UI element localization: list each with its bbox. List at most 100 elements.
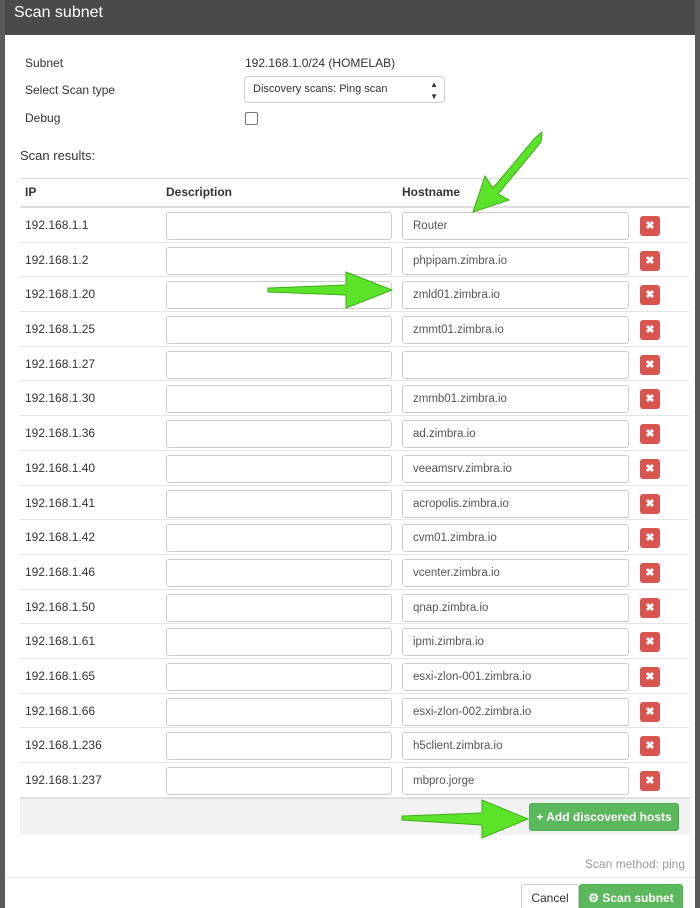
hostname-input[interactable]: qnap.zimbra.io [402,593,629,622]
select-arrows-icon: ▲ ▼ [430,80,438,101]
table-header: IP Description Hostname [20,178,690,208]
row-ip: 192.168.1.40 [25,460,96,475]
description-input[interactable] [166,420,392,449]
delete-row-button[interactable]: ✖ [640,458,660,479]
table-row: 192.168.1.66 esxi-zlon-002.zimbra.io ✖ [20,694,690,729]
row-ip: 192.168.1.2 [25,252,89,267]
annotation-arrow-zmld01 [267,271,394,309]
delete-row-button[interactable]: ✖ [640,562,660,583]
delete-row-button[interactable]: ✖ [640,666,660,687]
description-input[interactable] [166,489,392,518]
delete-row-button[interactable]: ✖ [640,701,660,722]
modal-footer: Cancel ⚙ Scan subnet [5,877,695,908]
row-ip: 192.168.1.25 [25,322,96,337]
hostname-input[interactable]: zmmt01.zimbra.io [402,316,629,345]
hostname-input[interactable]: zmld01.zimbra.io [402,281,629,310]
description-input[interactable] [166,558,392,587]
scan-subnet-label: Scan subnet [602,891,674,905]
scan-type-label: Select Scan type [25,83,116,97]
table-row: 192.168.1.65 esxi-zlon-001.zimbra.io ✖ [20,659,690,694]
add-discovered-hosts-button[interactable]: + Add discovered hosts [529,802,679,831]
description-input[interactable] [166,732,392,761]
modal-title: Scan subnet [14,4,103,21]
description-input[interactable] [166,454,392,483]
delete-row-button[interactable]: ✖ [640,528,660,549]
table-row: 192.168.1.41 acropolis.zimbra.io ✖ [20,486,690,521]
row-ip: 192.168.1.236 [25,738,102,753]
cancel-button[interactable]: Cancel [521,884,579,908]
delete-row-button[interactable]: ✖ [640,216,660,236]
row-ip: 192.168.1.1 [25,218,89,232]
debug-label: Debug [25,111,61,125]
row-ip: 192.168.1.42 [25,530,96,545]
row-ip: 192.168.1.41 [25,495,96,510]
table-row: 192.168.1.36 ad.zimbra.io ✖ [20,416,690,451]
description-input[interactable] [166,628,392,657]
description-input[interactable] [166,385,392,414]
table-row: 192.168.1.61 ipmi.zimbra.io ✖ [20,624,690,659]
row-ip: 192.168.1.66 [25,703,96,718]
hostname-input[interactable]: Router [402,212,629,240]
delete-row-button[interactable]: ✖ [640,493,660,514]
hostname-input[interactable]: mbpro.jorge [402,767,629,795]
hostname-input[interactable]: cvm01.zimbra.io [402,524,629,553]
row-ip: 192.168.1.237 [25,773,102,787]
row-ip: 192.168.1.65 [25,668,96,683]
scan-type-value: Discovery scans: Ping scan [253,83,388,95]
table-row: 192.168.1.236 h5client.zimbra.io ✖ [20,728,690,763]
description-input[interactable] [166,767,392,795]
row-ip: 192.168.1.61 [25,634,96,649]
scan-subnet-button[interactable]: ⚙ Scan subnet [579,884,683,908]
column-header-ip: IP [25,185,37,199]
delete-row-button[interactable]: ✖ [640,632,660,653]
row-ip: 192.168.1.36 [25,426,96,441]
hostname-input[interactable]: veeamsrv.zimbra.io [402,454,629,483]
description-input[interactable] [166,593,392,622]
hostname-input[interactable]: phpipam.zimbra.io [402,246,629,275]
delete-row-button[interactable]: ✖ [640,736,660,757]
row-ip: 192.168.1.46 [25,564,96,579]
hostname-input[interactable] [402,350,629,379]
description-input[interactable] [166,212,392,240]
column-header-description: Description [166,185,233,199]
scan-method-text: Scan method: ping [584,857,685,871]
delete-row-button[interactable]: ✖ [640,250,660,271]
delete-row-button[interactable]: ✖ [640,320,660,341]
hostname-input[interactable]: esxi-zlon-002.zimbra.io [402,697,629,726]
description-input[interactable] [166,316,392,345]
row-ip: 192.168.1.30 [25,391,96,406]
delete-row-button[interactable]: ✖ [640,771,660,791]
hostname-input[interactable]: vcenter.zimbra.io [402,558,629,587]
row-ip: 192.168.1.50 [25,599,96,614]
description-input[interactable] [166,697,392,726]
hostname-input[interactable]: zmmb01.zimbra.io [402,385,629,414]
table-row: 192.168.1.30 zmmb01.zimbra.io ✖ [20,381,690,417]
hostname-input[interactable]: ad.zimbra.io [402,420,629,449]
table-row: 192.168.1.1 Router ✖ [20,208,690,243]
table-row: 192.168.1.40 veeamsrv.zimbra.io ✖ [20,451,690,486]
hostname-input[interactable]: esxi-zlon-001.zimbra.io [402,662,629,691]
description-input[interactable] [166,524,392,553]
table-footer: + Add discovered hosts [20,797,690,835]
table-row: 192.168.1.46 vcenter.zimbra.io ✖ [20,555,690,590]
scan-results-label: Scan results: [20,148,96,163]
table-row: 192.168.1.50 qnap.zimbra.io ✖ [20,590,690,625]
delete-row-button[interactable]: ✖ [640,389,660,410]
hostname-input[interactable]: ipmi.zimbra.io [402,628,629,657]
hostname-input[interactable]: h5client.zimbra.io [402,732,629,761]
debug-checkbox[interactable] [245,112,258,125]
description-input[interactable] [166,662,392,691]
scan-type-select[interactable]: Discovery scans: Ping scan ▲ ▼ [244,76,445,103]
modal-header: Scan subnet [5,0,695,35]
gears-icon: ⚙ [588,891,603,905]
row-ip: 192.168.1.27 [25,356,96,371]
hostname-input[interactable]: acropolis.zimbra.io [402,489,629,518]
table-row: 192.168.1.27 ✖ [20,347,690,382]
annotation-arrow-hostname [472,130,543,213]
delete-row-button[interactable]: ✖ [640,424,660,445]
table-row: 192.168.1.25 zmmt01.zimbra.io ✖ [20,312,690,347]
delete-row-button[interactable]: ✖ [640,285,660,306]
delete-row-button[interactable]: ✖ [640,597,660,618]
delete-row-button[interactable]: ✖ [640,354,660,375]
description-input[interactable] [166,350,392,379]
